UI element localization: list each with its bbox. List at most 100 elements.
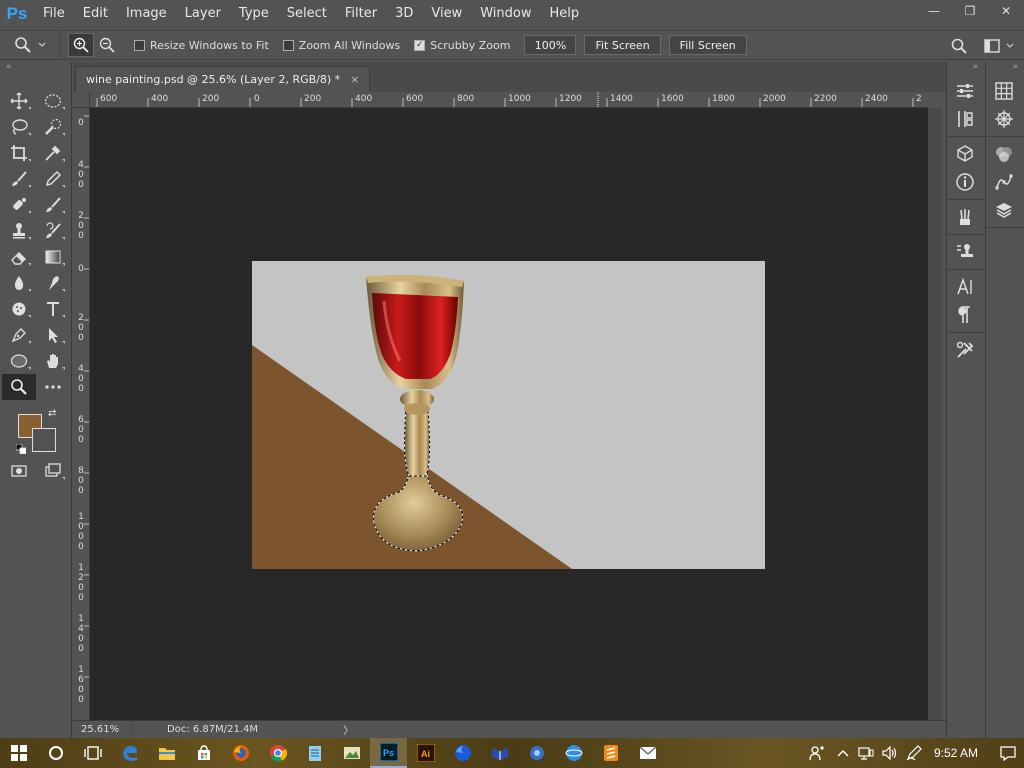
ruler-origin[interactable] [73,92,90,108]
taskbar-clock[interactable]: 9:52 AM [926,746,992,760]
pen-tool[interactable] [2,322,36,348]
document-canvas[interactable] [252,261,765,569]
start-button[interactable] [0,738,37,768]
taskbar-chrome[interactable] [259,738,296,768]
workspace-switcher[interactable] [974,39,1024,53]
close-tab-icon[interactable]: × [350,73,359,86]
menu-select[interactable]: Select [278,0,336,28]
restore-button[interactable]: ❐ [952,0,988,22]
path-selection-tool[interactable] [36,322,70,348]
canvas-area[interactable] [90,108,928,720]
paths-panel-button[interactable] [986,168,1022,196]
quick-selection-tool[interactable] [36,114,70,140]
taskbar-notepad[interactable] [296,738,333,768]
taskbar-illustrator[interactable]: Ai [407,738,444,768]
adjustments-panel-button[interactable] [947,105,983,133]
hand-tool[interactable] [36,348,70,374]
taskbar-sublime[interactable] [592,738,629,768]
status-menu-arrow[interactable]: 〉 [343,722,354,738]
elliptical-marquee-tool[interactable] [36,88,70,114]
eyedropper-tool[interactable] [36,140,70,166]
fill-screen-button[interactable]: Fill Screen [668,35,747,55]
clone-brush-tool[interactable] [36,192,70,218]
info-panel-button[interactable] [947,168,983,196]
quick-mask-button[interactable] [2,458,36,484]
eraser-tool[interactable] [2,244,36,270]
menu-help[interactable]: Help [541,0,589,28]
pencil-tool[interactable] [36,166,70,192]
clone-source-panel-button[interactable] [947,238,983,266]
zoom-level-field[interactable]: 25.61% [73,724,133,735]
taskbar-photos[interactable] [333,738,370,768]
taskbar-book-app[interactable] [481,738,518,768]
taskbar-firefox-dev[interactable] [444,738,481,768]
clone-stamp-tool[interactable] [2,218,36,244]
menu-type[interactable]: Type [230,0,278,28]
minimize-button[interactable]: — [916,0,952,22]
cortana-button[interactable] [37,738,74,768]
background-color-swatch[interactable] [32,428,56,452]
menu-image[interactable]: Image [117,0,176,28]
vertical-scrollbar[interactable] [928,108,942,720]
menu-window[interactable]: Window [471,0,540,28]
menu-view[interactable]: View [422,0,471,28]
type-tool[interactable] [36,296,70,322]
action-center-button[interactable] [992,738,1024,768]
character-panel-button[interactable] [947,273,983,301]
tool-presets-panel-button[interactable] [947,336,983,364]
menu-file[interactable]: File [34,0,74,28]
pen-workspace-button[interactable] [902,738,926,768]
vertical-ruler[interactable]: 0 400 200 0 200 400 600 800 1000 1200 14… [73,108,90,720]
taskbar-network-app[interactable] [518,738,555,768]
healing-brush-tool[interactable] [2,192,36,218]
3d-panel-button[interactable] [947,140,983,168]
collapse-icon[interactable]: » [986,62,1024,74]
dodge-tool[interactable] [2,296,36,322]
smudge-tool[interactable] [36,270,70,296]
search-button[interactable] [944,38,974,54]
resize-windows-checkbox[interactable]: Resize Windows to Fit [134,39,269,52]
tray-overflow-button[interactable] [832,738,854,768]
taskbar-browser-app[interactable] [555,738,592,768]
collapse-icon[interactable]: » [947,62,984,74]
zoom-tool[interactable] [2,374,36,400]
history-brush-tool[interactable] [36,218,70,244]
people-button[interactable] [802,738,832,768]
close-button[interactable]: ✕ [988,0,1024,22]
zoom-percent-button[interactable]: 100% [524,35,577,55]
paragraph-panel-button[interactable] [947,301,983,329]
swap-colors-icon[interactable]: ⇄ [48,408,56,419]
task-view-button[interactable] [74,738,111,768]
zoom-out-button[interactable] [94,33,120,57]
taskbar-edge[interactable] [111,738,148,768]
scrubby-zoom-checkbox[interactable]: ✓ Scrubby Zoom [414,39,510,52]
default-colors-icon[interactable] [16,444,26,454]
fit-screen-button[interactable]: Fit Screen [584,35,661,55]
layers-panel-button[interactable] [986,196,1022,224]
zoom-in-button[interactable] [68,33,94,57]
crop-tool[interactable] [2,140,36,166]
brush-tool[interactable] [2,166,36,192]
menu-3d[interactable]: 3D [386,0,422,28]
lasso-tool[interactable] [2,114,36,140]
properties-panel-button[interactable] [947,77,983,105]
menu-edit[interactable]: Edit [74,0,117,28]
network-button[interactable] [854,738,878,768]
taskbar-firefox[interactable] [222,738,259,768]
tool-preset-picker[interactable] [0,30,60,60]
edit-toolbar-button[interactable] [36,374,70,400]
navigator-panel-button[interactable] [986,105,1022,133]
taskbar-mail[interactable] [629,738,666,768]
taskbar-file-explorer[interactable] [148,738,185,768]
move-tool[interactable] [2,88,36,114]
swatches-panel-button[interactable] [986,77,1022,105]
brushes-panel-button[interactable] [947,203,983,231]
blur-tool[interactable] [2,270,36,296]
screen-mode-button[interactable] [36,458,70,484]
document-tab[interactable]: wine painting.psd @ 25.6% (Layer 2, RGB/… [75,66,371,92]
channels-panel-button[interactable] [986,140,1022,168]
collapse-icon[interactable]: « [0,62,71,74]
volume-button[interactable] [878,738,902,768]
gradient-tool[interactable] [36,244,70,270]
zoom-all-windows-checkbox[interactable]: Zoom All Windows [282,39,400,52]
